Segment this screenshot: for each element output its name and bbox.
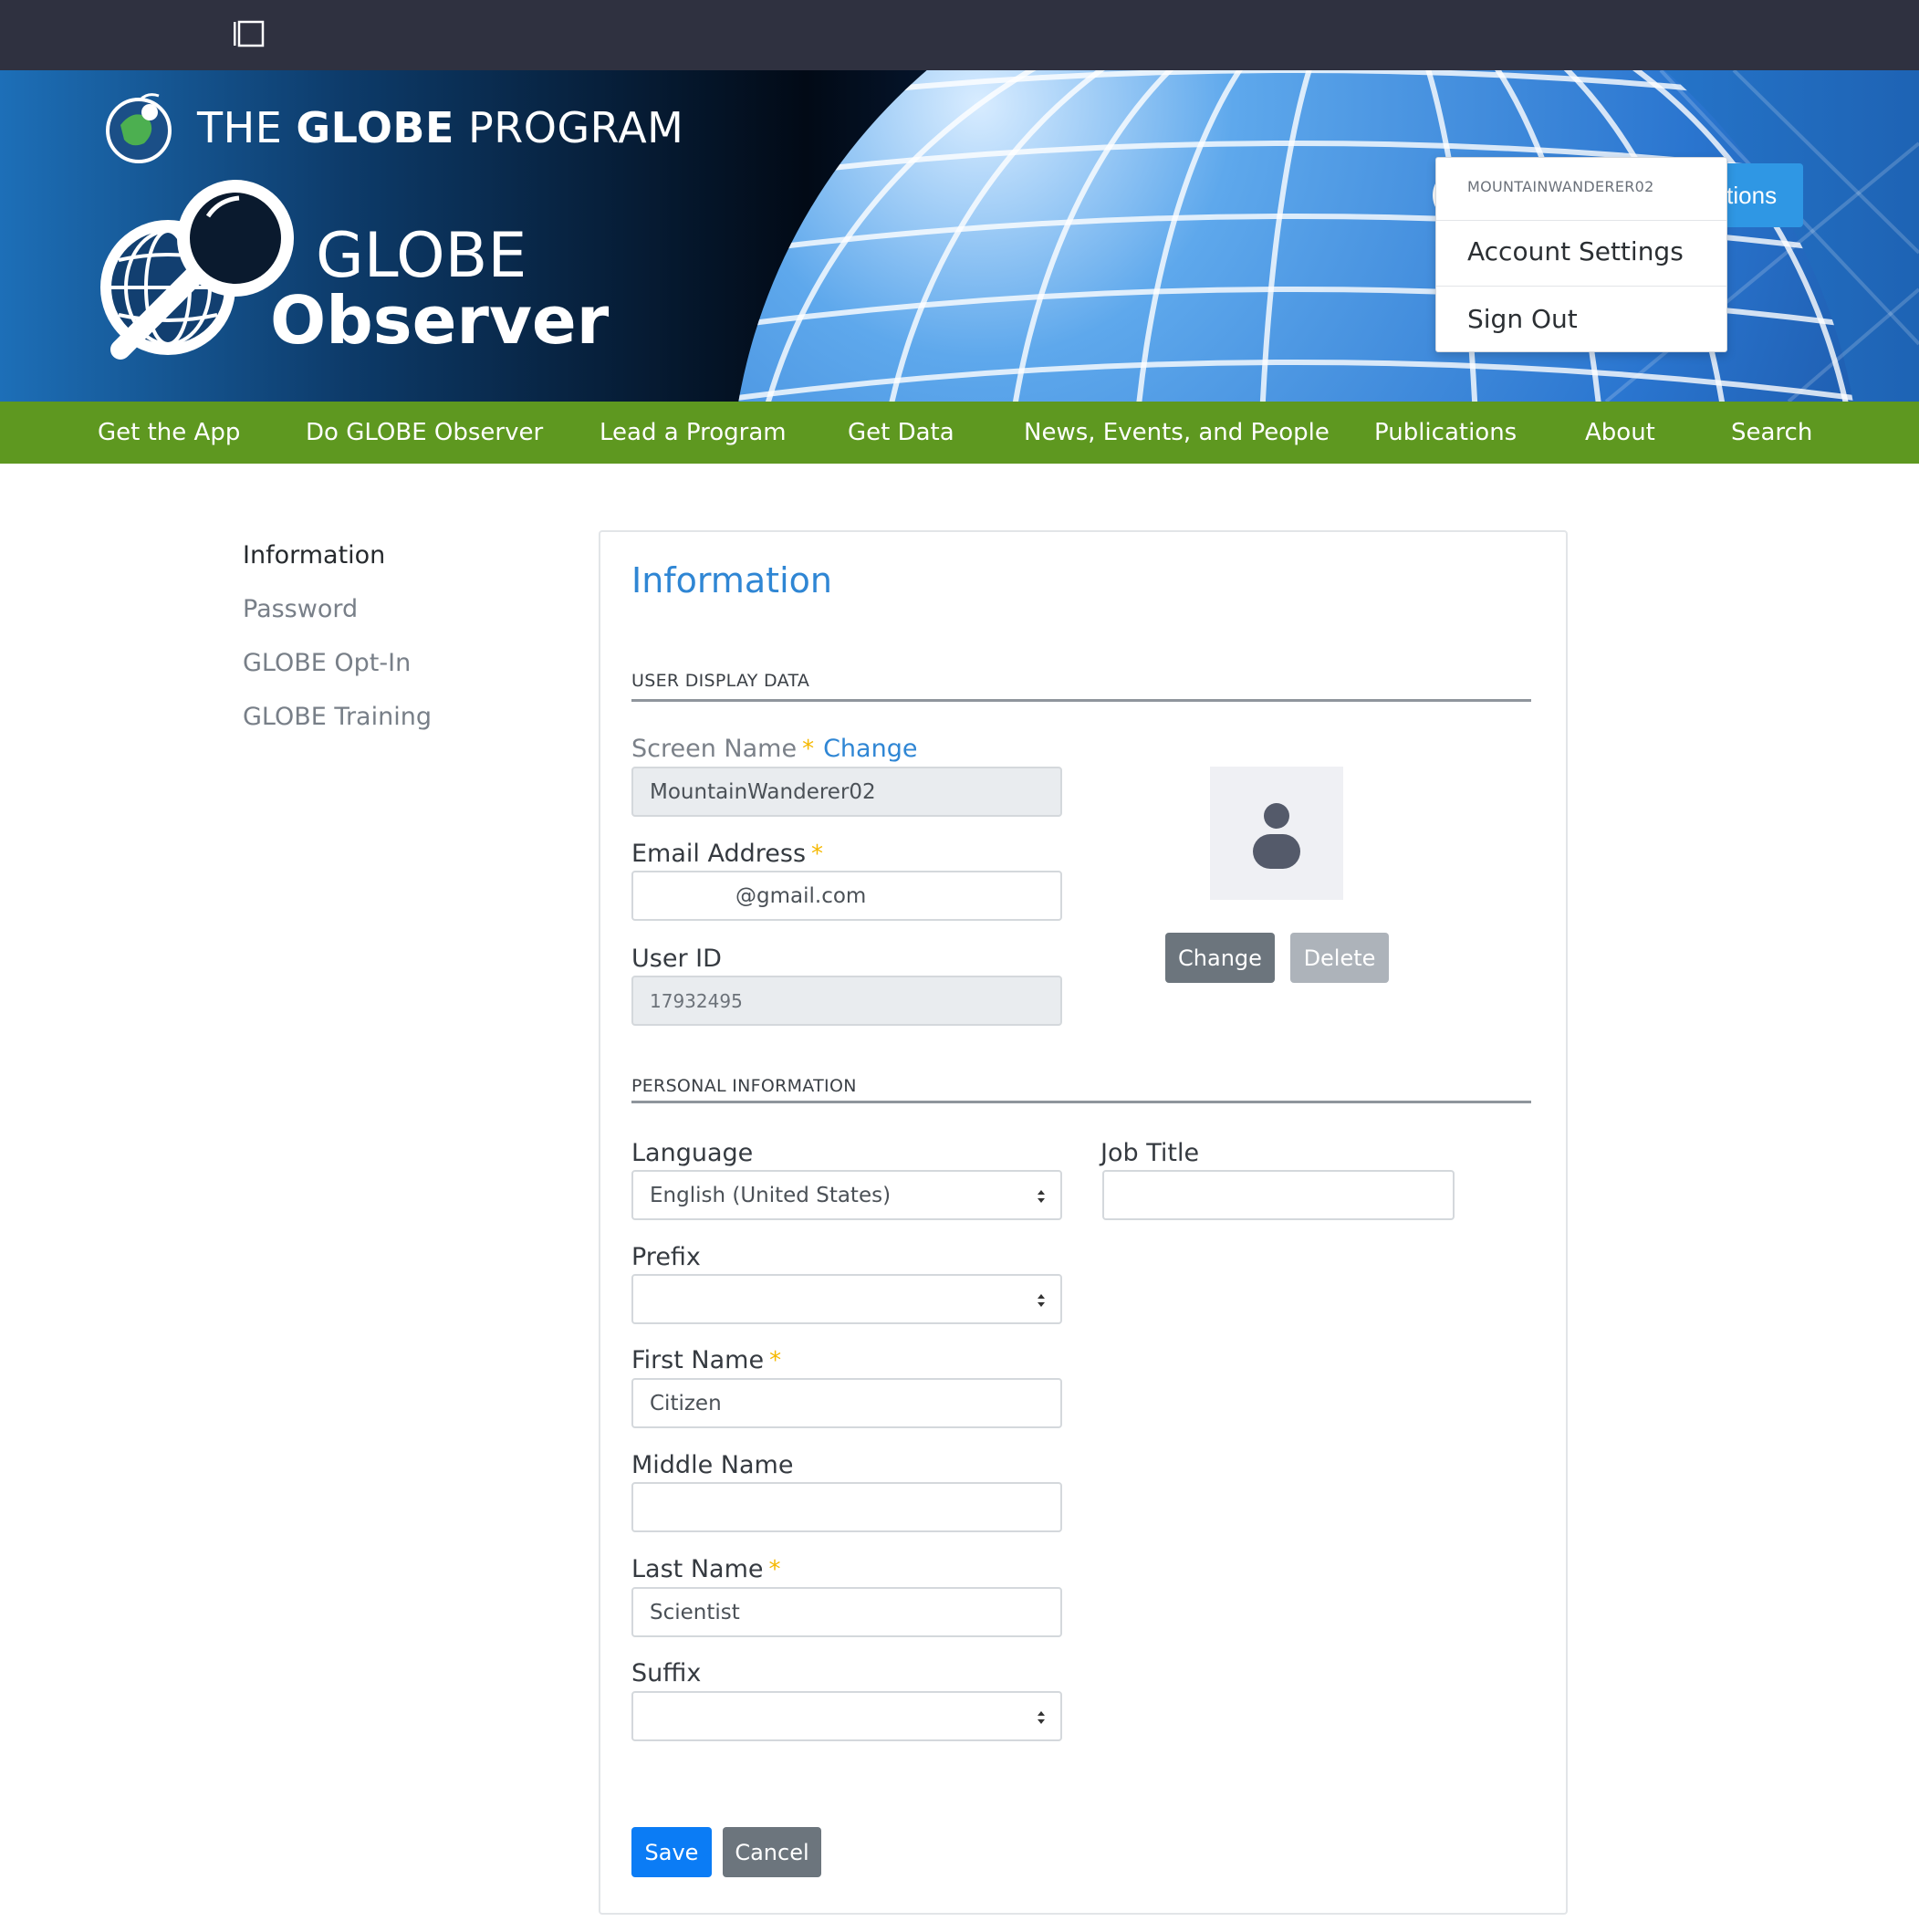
nav-news-events-people[interactable]: News, Events, and People xyxy=(1024,402,1330,464)
nav-get-data[interactable]: Get Data xyxy=(848,402,954,464)
profile-photo xyxy=(1210,767,1343,900)
prefix-select[interactable] xyxy=(631,1274,1062,1324)
user-id-label: User ID xyxy=(631,945,722,973)
section-divider xyxy=(631,699,1531,702)
change-photo-button[interactable]: Change xyxy=(1165,933,1275,983)
sign-out-menu-item[interactable]: Sign Out xyxy=(1467,304,1578,334)
middle-name-label: Middle Name xyxy=(631,1451,794,1479)
language-select[interactable]: English (United States) xyxy=(631,1170,1062,1220)
middle-name-input[interactable] xyxy=(631,1482,1062,1532)
last-name-label-text: Last Name xyxy=(631,1555,764,1583)
nav-lead-a-program[interactable]: Lead a Program xyxy=(600,402,787,464)
globe-program-logo[interactable] xyxy=(97,90,184,163)
email-label-text: Email Address xyxy=(631,840,807,868)
email-input[interactable]: @gmail.com xyxy=(631,871,1062,921)
email-label: Email Address * xyxy=(631,840,823,868)
suffix-label: Suffix xyxy=(631,1659,702,1687)
nav-search[interactable]: Search xyxy=(1731,402,1812,464)
select-caret-icon xyxy=(1038,1190,1045,1203)
sidebar-item-globe-opt-in[interactable]: GLOBE Opt-In xyxy=(243,649,411,677)
nav-do-globe-observer[interactable]: Do GLOBE Observer xyxy=(306,402,543,464)
user-display-data-heading: USER DISPLAY DATA xyxy=(631,671,810,691)
sidebar-item-information[interactable]: Information xyxy=(243,541,385,569)
last-name-label: Last Name * xyxy=(631,1555,780,1583)
brand-globe-text: GLOBE xyxy=(316,220,527,292)
first-name-label: First Name * xyxy=(631,1346,781,1374)
select-caret-icon xyxy=(1038,1711,1045,1724)
first-name-input[interactable]: Citizen xyxy=(631,1378,1062,1428)
select-caret-icon xyxy=(1038,1294,1045,1307)
screen-name-label-text: Screen Name xyxy=(631,735,798,763)
user-menu-username: MOUNTAINWANDERER02 xyxy=(1467,178,1654,195)
job-title-input[interactable] xyxy=(1102,1170,1455,1220)
required-star: * xyxy=(768,1556,781,1583)
sidebar-item-password[interactable]: Password xyxy=(243,595,358,623)
personal-information-heading: PERSONAL INFORMATION xyxy=(631,1076,857,1096)
page-title: Information xyxy=(631,560,832,600)
language-label: Language xyxy=(631,1139,754,1167)
last-name-input[interactable]: Scientist xyxy=(631,1587,1062,1637)
sidebar-item-globe-training[interactable]: GLOBE Training xyxy=(243,703,432,731)
nav-get-the-app[interactable]: Get the App xyxy=(98,402,240,464)
top-toolbar xyxy=(0,0,1919,70)
language-select-value: English (United States) xyxy=(650,1183,892,1207)
sidebar-toggle-icon[interactable] xyxy=(232,20,265,47)
nav-about[interactable]: About xyxy=(1585,402,1655,464)
required-star: * xyxy=(811,841,824,868)
suffix-select[interactable] xyxy=(631,1691,1062,1741)
person-placeholder-icon xyxy=(1253,803,1300,869)
save-button[interactable]: Save xyxy=(631,1827,712,1877)
required-star: * xyxy=(802,736,815,763)
main-navigation: Get the App Do GLOBE Observer Lead a Pro… xyxy=(0,402,1919,464)
cancel-button[interactable]: Cancel xyxy=(723,1827,821,1877)
program-title: THE GLOBE PROGRAM xyxy=(197,103,684,152)
screen-name-label: Screen Name * Change xyxy=(631,735,917,763)
user-dropdown-menu: MOUNTAINWANDERER02 Account Settings Sign… xyxy=(1435,157,1727,352)
first-name-label-text: First Name xyxy=(631,1346,765,1374)
menu-divider xyxy=(1436,220,1726,221)
change-screen-name-link[interactable]: Change xyxy=(823,735,917,763)
screen-name-input[interactable]: MountainWanderer02 xyxy=(631,767,1062,817)
delete-photo-button[interactable]: Delete xyxy=(1290,933,1389,983)
required-star: * xyxy=(769,1347,782,1374)
section-divider xyxy=(631,1101,1531,1103)
brand-observer-text: Observer xyxy=(270,282,610,359)
job-title-label: Job Title xyxy=(1100,1139,1200,1167)
nav-publications[interactable]: Publications xyxy=(1374,402,1517,464)
menu-divider xyxy=(1436,286,1726,287)
user-id-input[interactable]: 17932495 xyxy=(631,976,1062,1026)
prefix-label: Prefix xyxy=(631,1243,701,1271)
account-settings-menu-item[interactable]: Account Settings xyxy=(1467,236,1684,266)
